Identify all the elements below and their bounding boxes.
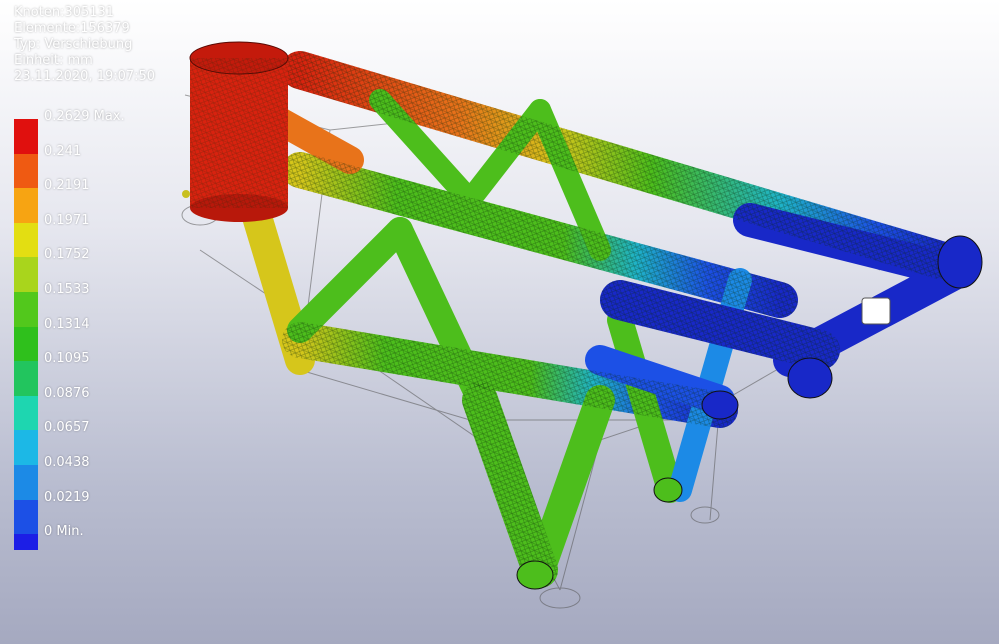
fea-frame-mesh-icon[interactable]: [0, 0, 999, 644]
steering-head: [182, 41, 289, 222]
fixed-support-icon[interactable]: [861, 297, 891, 325]
